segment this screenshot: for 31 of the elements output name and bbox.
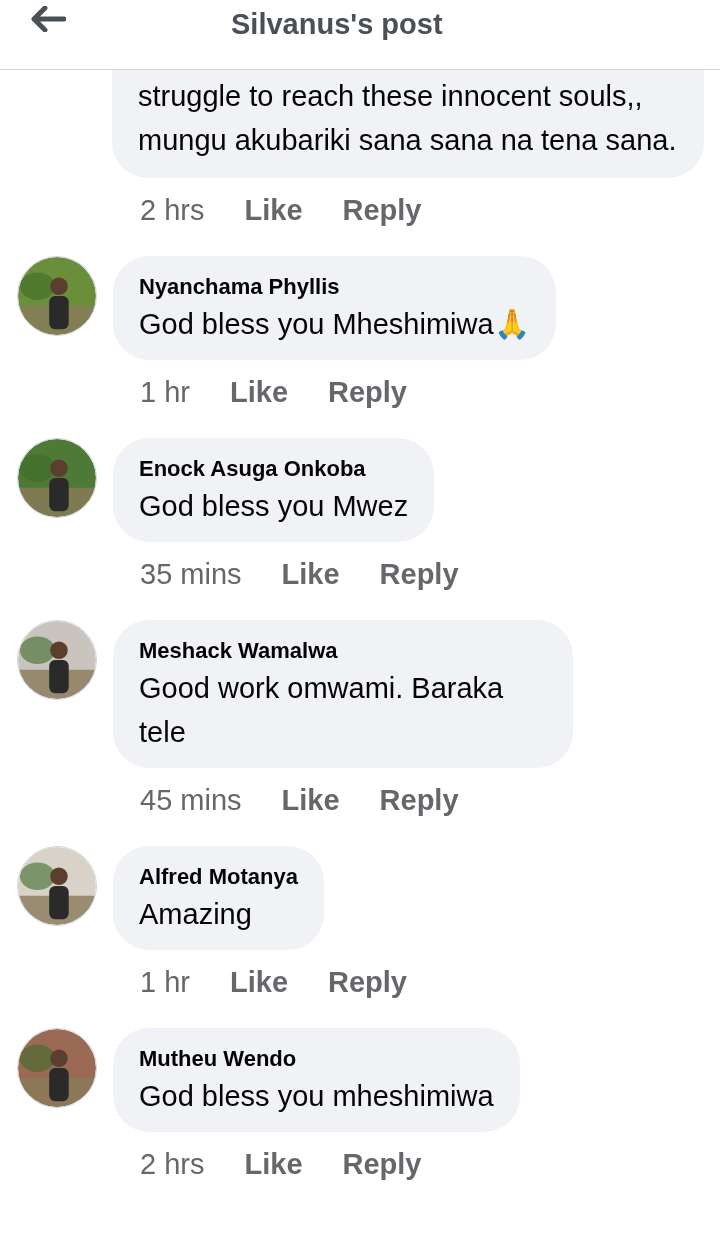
comment-time: 1 hr <box>140 375 190 411</box>
comment-text: God bless you mheshimiwa <box>139 1079 494 1114</box>
comment-text: God bless you Mheshimiwa🙏 <box>139 307 530 342</box>
comment-text: Amazing <box>139 897 253 932</box>
commenter-name[interactable]: Meshack Wamalwa <box>139 636 547 666</box>
like-link[interactable]: Like <box>244 189 303 233</box>
like-link[interactable]: Like <box>244 1143 303 1187</box>
commenter-name[interactable]: Alfred Motanya <box>139 862 298 892</box>
commenter-name[interactable]: Mutheu Wendo <box>139 1044 494 1074</box>
comment-time: 2 hrs <box>140 193 205 229</box>
commenter-name[interactable]: Nyanchama Phyllis <box>139 272 530 302</box>
reply-link[interactable]: Reply <box>342 1143 422 1187</box>
reply-link[interactable]: Reply <box>328 961 407 1005</box>
reply-link[interactable]: Reply <box>379 779 459 823</box>
back-arrow-icon[interactable] <box>30 6 66 32</box>
commenter-name[interactable]: Enock Asuga Onkoba <box>139 454 409 484</box>
window-title: Silvanus's post <box>231 7 443 42</box>
reply-link[interactable]: Reply <box>379 553 459 597</box>
like-link[interactable]: Like <box>281 779 340 823</box>
comment-time: 35 mins <box>140 557 242 593</box>
like-link[interactable]: Like <box>281 553 340 597</box>
comment-time: 2 hrs <box>140 1147 205 1183</box>
reply-link[interactable]: Reply <box>328 371 407 415</box>
like-link[interactable]: Like <box>230 371 288 415</box>
reply-link[interactable]: Reply <box>342 189 422 233</box>
comment-time: 45 mins <box>140 783 242 819</box>
like-link[interactable]: Like <box>230 961 288 1005</box>
comment-text: God bless you Mwez <box>139 489 409 524</box>
comment-text: Good work omwami. Baraka tele <box>139 671 505 750</box>
comment-text: struggle to reach these innocent souls,, mungu akubariki sana sana na tena sana. <box>138 80 677 156</box>
comment-time: 1 hr <box>140 965 190 1001</box>
